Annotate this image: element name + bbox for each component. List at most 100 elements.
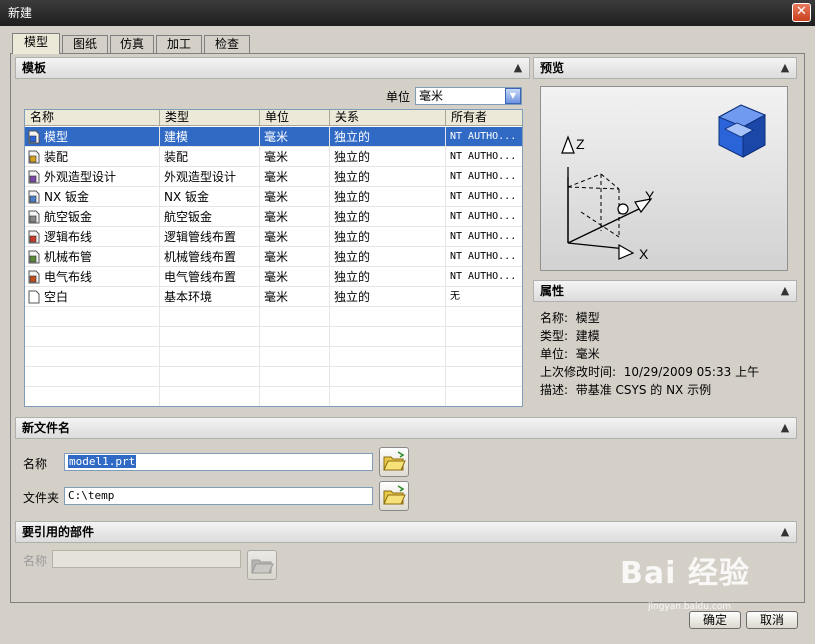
table-cell-type xyxy=(160,387,260,406)
table-cell-relation xyxy=(330,307,446,327)
table-cell-type: 逻辑管线布置 xyxy=(160,227,260,247)
property-modified-label: 上次修改时间: xyxy=(540,365,617,379)
collapse-icon[interactable]: ▲ xyxy=(777,420,793,436)
table-cell-name: 外观造型设计 xyxy=(25,167,160,187)
table-cell-type: NX 钣金 xyxy=(160,187,260,207)
table-cell-relation xyxy=(330,347,446,367)
table-cell-relation: 独立的 xyxy=(330,287,446,307)
table-cell-relation xyxy=(330,387,446,406)
collapse-icon[interactable]: ▲ xyxy=(777,283,793,299)
table-cell-name xyxy=(25,387,160,406)
table-cell-owner: NT AUTHO... xyxy=(446,207,522,227)
table-row xyxy=(25,367,522,387)
table-cell-unit: 毫米 xyxy=(260,187,330,207)
table-row xyxy=(25,307,522,327)
collapse-icon[interactable]: ▲ xyxy=(510,60,526,76)
tab-manufacturing[interactable]: 加工 xyxy=(156,35,202,53)
reference-part-header[interactable]: 要引用的部件 ▲ xyxy=(15,521,797,543)
table-cell-type: 装配 xyxy=(160,147,260,167)
table-row[interactable]: 外观造型设计 外观造型设计 毫米 独立的 NT AUTHO... xyxy=(25,167,522,187)
table-cell-unit: 毫米 xyxy=(260,247,330,267)
x-axis-label: X xyxy=(639,246,649,262)
reference-part-title: 要引用的部件 xyxy=(22,525,95,539)
tab-inspection[interactable]: 检查 xyxy=(204,35,250,53)
table-cell-unit: 毫米 xyxy=(260,207,330,227)
table-cell-type: 航空钣金 xyxy=(160,207,260,227)
table-row[interactable]: 空白 基本环境 毫米 独立的无 xyxy=(25,287,522,307)
table-cell-name: 空白 xyxy=(25,287,160,307)
preview-title: 预览 xyxy=(540,61,565,75)
folder-input[interactable]: C:\temp xyxy=(64,487,373,505)
chevron-down-icon[interactable]: ▼ xyxy=(505,88,521,104)
column-header-type[interactable]: 类型 xyxy=(160,110,260,126)
table-row[interactable]: 航空钣金 航空钣金 毫米 独立的 NT AUTHO... xyxy=(25,207,522,227)
close-button[interactable]: ✕ xyxy=(792,3,811,22)
table-cell-name xyxy=(25,367,160,387)
model-cube-icon xyxy=(717,104,767,158)
table-cell-name: 航空钣金 xyxy=(25,207,160,227)
filename-value: model1.prt xyxy=(68,455,137,468)
table-cell-name xyxy=(25,307,160,327)
table-cell-name: 电气布线 xyxy=(25,267,160,287)
tab-model[interactable]: 模型 xyxy=(12,33,60,54)
browse-reference-button[interactable] xyxy=(247,550,277,580)
templates-header[interactable]: 模板 ▲ xyxy=(15,57,530,79)
filename-input[interactable]: model1.prt xyxy=(64,453,373,471)
property-modified-value: 10/29/2009 05:33 上午 xyxy=(623,365,760,379)
table-row[interactable]: 装配 装配 毫米 独立的 NT AUTHO... xyxy=(25,147,522,167)
watermark-brand: Bai 经验 xyxy=(620,556,750,591)
table-cell-relation: 独立的 xyxy=(330,187,446,207)
reference-name-input[interactable] xyxy=(52,550,241,568)
new-filename-header[interactable]: 新文件名 ▲ xyxy=(15,417,797,439)
table-cell-unit: 毫米 xyxy=(260,127,330,147)
table-cell-name: 装配 xyxy=(25,147,160,167)
table-row[interactable]: NX 钣金 NX 钣金 毫米 独立的 NT AUTHO... xyxy=(25,187,522,207)
column-header-relation[interactable]: 关系 xyxy=(330,110,446,126)
tab-simulation[interactable]: 仿真 xyxy=(110,35,154,53)
table-row[interactable]: 逻辑布线 逻辑管线布置 毫米 独立的 NT AUTHO... xyxy=(25,227,522,247)
preview-header[interactable]: 预览 ▲ xyxy=(533,57,797,79)
table-cell-relation xyxy=(330,327,446,347)
properties-header[interactable]: 属性 ▲ xyxy=(533,280,797,302)
table-row xyxy=(25,327,522,347)
table-cell-relation: 独立的 xyxy=(330,207,446,227)
table-cell-type: 建模 xyxy=(160,127,260,147)
templates-title: 模板 xyxy=(22,61,47,75)
reference-name-label: 名称 xyxy=(23,554,48,568)
table-cell-relation: 独立的 xyxy=(330,227,446,247)
table-row[interactable]: 模型 建模 毫米 独立的 NT AUTHO... xyxy=(25,127,522,147)
table-cell-type xyxy=(160,307,260,327)
window-title: 新建 xyxy=(8,6,33,20)
browse-file-button[interactable] xyxy=(379,447,409,477)
column-header-name[interactable]: 名称 xyxy=(25,110,160,126)
property-description: 描述: 带基准 CSYS 的 NX 示例 xyxy=(540,381,711,398)
unit-label: 单位 xyxy=(386,90,411,104)
title-bar: 新建 ✕ xyxy=(0,0,815,26)
collapse-icon[interactable]: ▲ xyxy=(777,524,793,540)
table-cell-owner xyxy=(446,387,522,406)
new-file-dialog: 新建 ✕ 模型 图纸 仿真 加工 检查 模板 ▲ 单位 毫米 ▼ 名称 类型 单… xyxy=(0,0,815,644)
column-header-unit[interactable]: 单位 xyxy=(260,110,330,126)
unit-select[interactable]: 毫米 ▼ xyxy=(415,87,522,105)
table-cell-owner xyxy=(446,347,522,367)
table-cell-unit xyxy=(260,307,330,327)
table-cell-name: NX 钣金 xyxy=(25,187,160,207)
properties-title: 属性 xyxy=(540,284,565,298)
table-row[interactable]: 电气布线 电气管线布置 毫米 独立的 NT AUTHO... xyxy=(25,267,522,287)
table-header: 名称 类型 单位 关系 所有者 xyxy=(25,110,522,126)
baidu-watermark: Bai 经验 jingyan.baidu.com xyxy=(620,548,800,618)
table-cell-owner: NT AUTHO... xyxy=(446,187,522,207)
table-cell-owner xyxy=(446,367,522,387)
folder-open-icon xyxy=(383,485,406,505)
table-cell-owner: NT AUTHO... xyxy=(446,147,522,167)
table-cell-name xyxy=(25,327,160,347)
browse-folder-button[interactable] xyxy=(379,481,409,511)
table-cell-relation: 独立的 xyxy=(330,247,446,267)
collapse-icon[interactable]: ▲ xyxy=(777,60,793,76)
tab-drawing[interactable]: 图纸 xyxy=(62,35,108,53)
table-cell-relation xyxy=(330,367,446,387)
column-header-owner[interactable]: 所有者 xyxy=(446,110,522,126)
table-cell-type: 电气管线布置 xyxy=(160,267,260,287)
property-name-value: 模型 xyxy=(575,311,600,325)
table-row[interactable]: 机械布管 机械管线布置 毫米 独立的 NT AUTHO... xyxy=(25,247,522,267)
